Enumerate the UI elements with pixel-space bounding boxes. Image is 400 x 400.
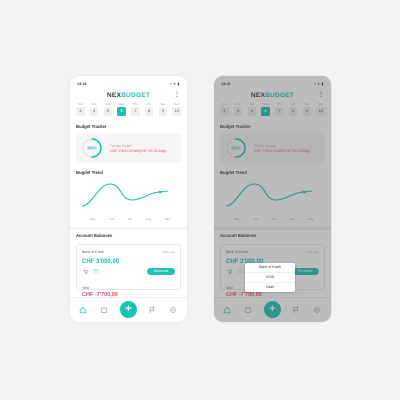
bottom-navigation: + <box>70 297 187 322</box>
weekday-label: Tue <box>105 102 111 106</box>
date-item[interactable]: 3 <box>76 107 85 116</box>
wallet-icon[interactable] <box>100 306 108 314</box>
weekday-label: Thu <box>132 102 138 106</box>
month-label: May <box>90 217 96 221</box>
budget-trend-title: Bugdet Trend <box>76 170 103 175</box>
account-date: 3 day ago <box>161 250 175 254</box>
phone-screen-default: 13:41 ▪ ▾ ▮ NEXBUDGET ⋮ Sun Mon Tue Wed … <box>70 76 187 322</box>
account-balance: CHF 3'000,00 <box>82 259 120 265</box>
dropdown-option-bank[interactable]: Bank of Earth <box>245 263 295 273</box>
account-balances-title: Account Balances <box>76 233 113 238</box>
trend-month-axis: May Jun Jul Aug Sep <box>90 217 170 221</box>
month-label: Sep <box>164 217 170 221</box>
budget-progress-ring: 50% <box>82 138 102 158</box>
weekday-label: Sat <box>160 102 165 106</box>
app-logo: NEXBUDGET <box>106 92 151 99</box>
tracker-value: CHF 2'400.00 left(CHF 92,31/Day) <box>110 149 167 153</box>
tracker-label: Flexible Budget <box>110 144 132 148</box>
home-icon[interactable] <box>79 306 87 314</box>
weekday-label: Fri <box>147 102 151 106</box>
dropdown-option-cash[interactable]: Cash <box>245 283 295 292</box>
account-card-bank[interactable]: Bank of Earth 3 day ago CHF 3'000,00 0 R… <box>76 244 181 290</box>
weekday-label: Sun <box>77 102 84 106</box>
budget-tracker-card[interactable]: 50% Flexible Budget CHF 2'400.00 left(CH… <box>76 133 181 163</box>
reconcile-button[interactable]: Reconcile <box>147 268 175 275</box>
budget-percent: 50% <box>87 146 96 151</box>
phone-screen-dropdown-open: 13:41 ▪ ▾ ▮ NEXBUDGET ⋮ Sun Mon Tue Wed … <box>214 76 331 322</box>
month-label: Jun <box>109 217 115 221</box>
date-item[interactable]: 8 <box>144 107 154 116</box>
settings-gear-icon[interactable] <box>169 306 177 314</box>
date-item[interactable]: 9 <box>158 107 168 116</box>
month-label: Jul <box>127 217 132 221</box>
account-type-dropdown: Bank of Earth VISA Cash <box>245 263 295 292</box>
account-name: Bank of Earth <box>82 250 104 254</box>
weekday-row: Sun Mon Tue Wed Thu Fri Sat Sun <box>76 102 181 106</box>
status-icons: ▪ ▾ ▮ <box>170 82 180 86</box>
weekday-label: Sun <box>173 102 180 106</box>
date-item[interactable]: 5 <box>103 107 113 116</box>
more-menu-icon[interactable]: ⋮ <box>174 92 180 98</box>
weekday-label: Mon <box>91 102 98 106</box>
weekday-label: Wed <box>118 102 125 106</box>
date-item-selected[interactable]: 6 <box>117 107 126 116</box>
date-selector: 3 4 5 6 7 8 9 10 <box>76 107 181 116</box>
budget-tracker-title: Budget Tracker <box>76 124 107 129</box>
date-item[interactable]: 10 <box>172 107 181 116</box>
count-badge: 0 <box>92 269 100 274</box>
cart-icon[interactable] <box>83 269 88 274</box>
section-divider <box>70 227 187 230</box>
account-name-visa: Visa <box>82 286 89 290</box>
date-item[interactable]: 4 <box>89 107 99 116</box>
flag-icon[interactable] <box>148 306 156 314</box>
month-label: Aug <box>145 217 151 221</box>
status-time: 13:41 <box>77 82 87 86</box>
date-item[interactable]: 7 <box>131 107 140 116</box>
trend-current-point <box>158 190 162 194</box>
budget-trend-chart <box>81 183 169 207</box>
add-button[interactable]: + <box>120 301 137 318</box>
dropdown-option-visa[interactable]: VISA <box>245 273 295 283</box>
